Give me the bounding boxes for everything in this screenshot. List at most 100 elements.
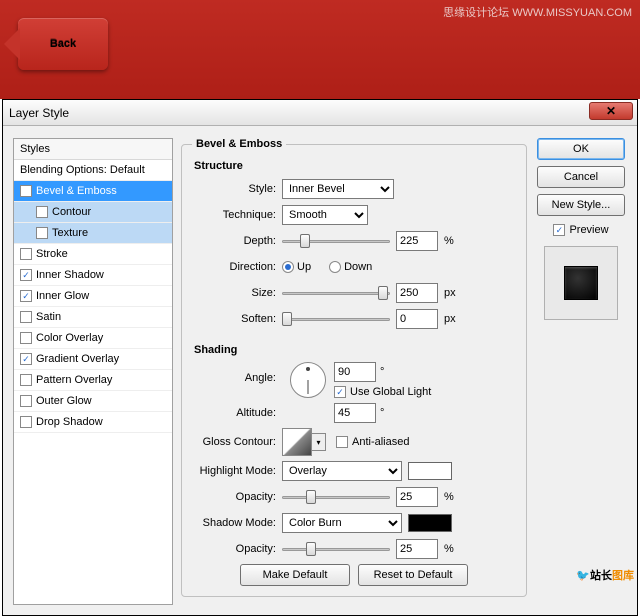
gloss-contour-swatch[interactable] <box>282 428 312 456</box>
altitude-label: Altitude: <box>192 407 282 419</box>
global-light-checkbox[interactable]: ✓ <box>334 386 346 398</box>
dialog-titlebar[interactable]: Layer Style ✕ <box>3 100 637 126</box>
style-label: Bevel & Emboss <box>36 185 117 197</box>
style-label: Pattern Overlay <box>36 374 112 386</box>
shadow-mode-select[interactable]: Color Burn <box>282 513 402 533</box>
style-label: Satin <box>36 311 61 323</box>
gloss-contour-dropdown[interactable]: ▾ <box>312 433 326 451</box>
style-row-outer-glow[interactable]: Outer Glow <box>14 391 172 412</box>
style-label: Inner Glow <box>36 290 89 302</box>
style-checkbox[interactable] <box>20 311 32 323</box>
shadow-opacity-slider[interactable] <box>282 540 390 558</box>
bevel-emboss-group: Bevel & Emboss Structure Style: Inner Be… <box>181 138 527 597</box>
highlight-mode-select[interactable]: Overlay <box>282 461 402 481</box>
structure-legend: Structure <box>194 160 516 172</box>
technique-select[interactable]: Smooth <box>282 205 368 225</box>
style-label: Outer Glow <box>36 395 92 407</box>
style-row-color-overlay[interactable]: Color Overlay <box>14 328 172 349</box>
cancel-button[interactable]: Cancel <box>537 166 625 188</box>
style-row-gradient-overlay[interactable]: ✓ Gradient Overlay <box>14 349 172 370</box>
style-checkbox[interactable]: ✓ <box>20 269 32 281</box>
panel-title: Bevel & Emboss <box>192 138 286 150</box>
highlight-opacity-input[interactable] <box>396 487 438 507</box>
style-row-bevel-emboss[interactable]: ✓ Bevel & Emboss <box>14 181 172 202</box>
highlight-opacity-slider[interactable] <box>282 488 390 506</box>
soften-label: Soften: <box>192 313 282 325</box>
size-input[interactable] <box>396 283 438 303</box>
altitude-input[interactable] <box>334 403 376 423</box>
preview-thumbnail <box>564 266 598 300</box>
style-label: Texture <box>52 227 88 239</box>
style-row-texture[interactable]: Texture <box>14 223 172 244</box>
style-row-pattern-overlay[interactable]: Pattern Overlay <box>14 370 172 391</box>
direction-label: Direction: <box>192 261 282 273</box>
depth-input[interactable] <box>396 231 438 251</box>
style-row-contour[interactable]: Contour <box>14 202 172 223</box>
depth-label: Depth: <box>192 235 282 247</box>
style-label: Color Overlay <box>36 332 103 344</box>
shadow-opacity-label: Opacity: <box>192 543 282 555</box>
app-header: Back 思缘设计论坛 WWW.MISSYUAN.COM <box>0 0 640 99</box>
antialiased-checkbox[interactable] <box>336 436 348 448</box>
style-label: Contour <box>52 206 91 218</box>
preview-box <box>544 246 618 320</box>
style-label: Inner Shadow <box>36 269 104 281</box>
settings-panel: Bevel & Emboss Structure Style: Inner Be… <box>181 138 527 605</box>
soften-slider[interactable] <box>282 310 390 328</box>
close-button[interactable]: ✕ <box>589 102 633 120</box>
style-checkbox[interactable]: ✓ <box>20 290 32 302</box>
style-row-drop-shadow[interactable]: Drop Shadow <box>14 412 172 433</box>
style-row-satin[interactable]: Satin <box>14 307 172 328</box>
shading-legend: Shading <box>194 344 516 356</box>
highlight-mode-label: Highlight Mode: <box>192 465 282 477</box>
direction-down-radio[interactable] <box>329 261 341 273</box>
angle-dial[interactable] <box>290 362 326 398</box>
direction-up-radio[interactable] <box>282 261 294 273</box>
size-label: Size: <box>192 287 282 299</box>
preview-checkbox[interactable]: ✓ <box>553 224 565 236</box>
blending-options-row[interactable]: Blending Options: Default <box>14 160 172 181</box>
style-label: Gradient Overlay <box>36 353 119 365</box>
style-select[interactable]: Inner Bevel <box>282 179 394 199</box>
soften-input[interactable] <box>396 309 438 329</box>
styles-header[interactable]: Styles <box>14 139 172 160</box>
reset-default-button[interactable]: Reset to Default <box>358 564 468 586</box>
style-checkbox[interactable] <box>20 374 32 386</box>
new-style-button[interactable]: New Style... <box>537 194 625 216</box>
make-default-button[interactable]: Make Default <box>240 564 350 586</box>
style-checkbox[interactable] <box>20 248 32 260</box>
size-slider[interactable] <box>282 284 390 302</box>
shadow-mode-label: Shadow Mode: <box>192 517 282 529</box>
dialog-title: Layer Style <box>9 106 69 120</box>
highlight-color-swatch[interactable] <box>408 462 452 480</box>
layer-style-dialog: Layer Style ✕ Styles Blending Options: D… <box>2 99 638 616</box>
ok-button[interactable]: OK <box>537 138 625 160</box>
style-row-inner-glow[interactable]: ✓ Inner Glow <box>14 286 172 307</box>
styles-list: Styles Blending Options: Default ✓ Bevel … <box>13 138 173 605</box>
style-checkbox[interactable]: ✓ <box>20 353 32 365</box>
close-icon: ✕ <box>606 104 616 118</box>
style-row-stroke[interactable]: Stroke <box>14 244 172 265</box>
style-checkbox[interactable] <box>36 206 48 218</box>
footer-logo: 🐦站长图库 <box>576 567 634 583</box>
technique-label: Technique: <box>192 209 282 221</box>
shadow-opacity-input[interactable] <box>396 539 438 559</box>
style-checkbox[interactable] <box>20 332 32 344</box>
angle-input[interactable] <box>334 362 376 382</box>
angle-label: Angle: <box>192 362 282 384</box>
style-checkbox[interactable] <box>36 227 48 239</box>
style-checkbox[interactable] <box>20 395 32 407</box>
shadow-color-swatch[interactable] <box>408 514 452 532</box>
style-label: Stroke <box>36 248 68 260</box>
gloss-contour-label: Gloss Contour: <box>192 436 282 448</box>
style-checkbox[interactable]: ✓ <box>20 185 32 197</box>
style-checkbox[interactable] <box>20 416 32 428</box>
highlight-opacity-label: Opacity: <box>192 491 282 503</box>
depth-slider[interactable] <box>282 232 390 250</box>
watermark-text: 思缘设计论坛 WWW.MISSYUAN.COM <box>443 4 632 20</box>
style-row-inner-shadow[interactable]: ✓ Inner Shadow <box>14 265 172 286</box>
dialog-buttons: OK Cancel New Style... ✓ Preview <box>535 138 627 605</box>
back-button[interactable]: Back <box>18 18 108 70</box>
style-label: Drop Shadow <box>36 416 103 428</box>
style-label: Style: <box>192 183 282 195</box>
